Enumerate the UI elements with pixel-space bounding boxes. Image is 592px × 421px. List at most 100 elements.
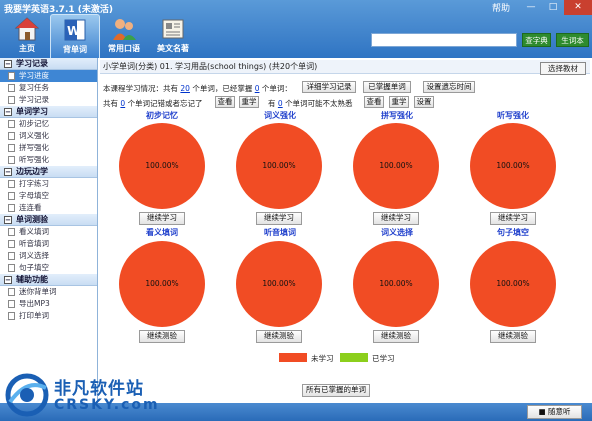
continue-learning-button[interactable]: 继续学习 xyxy=(490,212,536,225)
collapse-icon: − xyxy=(4,215,12,224)
legend-swatch-unlearned xyxy=(279,353,307,362)
nav-words[interactable]: W 背单词 xyxy=(50,14,100,58)
sidebar-section-tests[interactable]: − 单词测验 xyxy=(0,214,97,226)
sidebar-item-progress[interactable]: 学习进度 xyxy=(0,70,97,82)
dictionary-button[interactable]: 查字典 xyxy=(522,33,551,47)
continue-test-button[interactable]: 继续测验 xyxy=(139,330,185,343)
help-link[interactable]: 帮助 xyxy=(492,1,510,14)
all-mastered-words-button[interactable]: 所有已掌握的单词 xyxy=(302,384,370,397)
minimize-button[interactable]: — xyxy=(520,0,542,15)
sidebar-section-learning[interactable]: − 单词学习 xyxy=(0,106,97,118)
progress-pie: 100.00% xyxy=(119,123,205,209)
sidebar-item-letter-fill[interactable]: 字母填空 xyxy=(0,190,97,202)
sidebar-item-meaning-fill[interactable]: 看义填词 xyxy=(0,226,97,238)
continue-learning-button[interactable]: 继续学习 xyxy=(373,212,419,225)
close-button[interactable]: ✕ xyxy=(564,0,592,15)
document-icon xyxy=(8,120,15,128)
sidebar-item-spelling[interactable]: 拼写强化 xyxy=(0,142,97,154)
choose-textbook-button[interactable]: 选择教材 xyxy=(540,62,586,75)
mastered-words-count[interactable]: 0 xyxy=(255,84,260,93)
home-icon xyxy=(14,17,40,41)
continue-learning-button[interactable]: 继续学习 xyxy=(139,212,185,225)
relearn-forgot-button[interactable]: 重学 xyxy=(239,96,259,108)
document-icon xyxy=(8,156,15,164)
collapse-icon: − xyxy=(4,275,12,284)
sidebar-item-mini[interactable]: 迷你背单词 xyxy=(0,286,97,298)
sidebar-item-export-mp3[interactable]: 导出MP3 xyxy=(0,298,97,310)
view-forgot-button[interactable]: 查看 xyxy=(215,96,235,108)
nav-articles[interactable]: 美文名著 xyxy=(148,14,198,58)
sidebar-section-games[interactable]: − 边玩边学 xyxy=(0,166,97,178)
document-icon xyxy=(8,312,15,320)
progress-pie: 100.00% xyxy=(470,123,556,209)
chart-title: 句子填空 xyxy=(497,228,529,237)
set-forget-time-button[interactable]: 设置遗忘时间 xyxy=(423,81,475,93)
top-toolbar: 我要学英语3.7.1 (未激活) 帮助 — □ ✕ 主页 W 背单词 常用口语 … xyxy=(0,0,592,58)
sidebar-item-print[interactable]: 打印单词 xyxy=(0,310,97,322)
chart-title: 词义强化 xyxy=(264,111,296,120)
legend-label-unlearned: 未学习 xyxy=(311,354,334,363)
progress-pie: 100.00% xyxy=(353,241,439,327)
progress-pie: 100.00% xyxy=(353,123,439,209)
watermark-url: CRSKY.com xyxy=(54,397,160,413)
legend-swatch-learned xyxy=(340,353,368,362)
document-icon xyxy=(8,192,15,200)
detail-record-button[interactable]: 详细学习记录 xyxy=(302,81,356,93)
nav-home[interactable]: 主页 xyxy=(2,14,52,58)
progress-pie: 100.00% xyxy=(236,241,322,327)
course-summary-line: 本课程学习情况：共有 20 个单词，已经掌握 0 个单词： xyxy=(103,84,292,93)
sidebar-item-initial-memory[interactable]: 初步记忆 xyxy=(0,118,97,130)
total-words-count[interactable]: 20 xyxy=(180,84,190,93)
continue-test-button[interactable]: 继续测验 xyxy=(256,330,302,343)
mastered-words-button[interactable]: 已掌握单词 xyxy=(363,81,411,93)
view-unfamiliar-button[interactable]: 查看 xyxy=(364,96,384,108)
document-icon xyxy=(8,264,15,272)
sidebar-item-sentence-fill[interactable]: 句子填空 xyxy=(0,262,97,274)
chart-title: 听写强化 xyxy=(497,111,529,120)
watermark-text: 非凡软件站 xyxy=(54,379,144,399)
unfamiliar-words-line: 有 0 个单词可能不太熟悉 xyxy=(268,99,353,108)
forgot-words-count[interactable]: 0 xyxy=(120,99,125,108)
people-icon xyxy=(113,19,136,40)
document-icon xyxy=(8,228,15,236)
nav-speaking-label: 常用口语 xyxy=(108,44,140,53)
forgot-words-line: 共有 0 个单词记错或者忘记了 xyxy=(103,99,203,108)
nav-articles-label: 美文名著 xyxy=(157,44,189,53)
relearn-unfamiliar-button[interactable]: 重学 xyxy=(389,96,409,108)
sidebar: − 学习记录 学习进度 复习任务 学习记录 − 单词学习 初步记忆 词义强化 拼写强… xyxy=(0,58,98,403)
search-input[interactable] xyxy=(371,33,517,47)
continue-test-button[interactable]: 继续测验 xyxy=(490,330,536,343)
nav-speaking[interactable]: 常用口语 xyxy=(99,14,149,58)
newspaper-icon xyxy=(162,19,184,39)
document-icon xyxy=(8,132,15,140)
chart-title: 拼写强化 xyxy=(381,111,413,120)
continue-test-button[interactable]: 继续测验 xyxy=(373,330,419,343)
document-icon xyxy=(8,240,15,248)
document-icon xyxy=(8,96,15,104)
continue-learning-button[interactable]: 继续学习 xyxy=(256,212,302,225)
chart-title: 词义选择 xyxy=(381,228,413,237)
sidebar-item-dictation[interactable]: 听写强化 xyxy=(0,154,97,166)
document-icon xyxy=(8,204,15,212)
document-icon xyxy=(8,72,15,80)
sidebar-item-records[interactable]: 学习记录 xyxy=(0,94,97,106)
sidebar-section-records[interactable]: − 学习记录 xyxy=(0,58,97,70)
sidebar-item-typing[interactable]: 打字练习 xyxy=(0,178,97,190)
speaker-icon: ■ xyxy=(538,407,548,416)
vocab-book-button[interactable]: 生词本 xyxy=(556,33,589,47)
unfamiliar-words-count[interactable]: 0 xyxy=(278,99,283,108)
sidebar-section-tools[interactable]: − 辅助功能 xyxy=(0,274,97,286)
chart-title: 看义填词 xyxy=(146,228,178,237)
sidebar-item-audio-fill[interactable]: 听音填词 xyxy=(0,238,97,250)
sidebar-item-meaning-choice[interactable]: 词义选择 xyxy=(0,250,97,262)
progress-pie: 100.00% xyxy=(119,241,205,327)
sidebar-item-match[interactable]: 连连看 xyxy=(0,202,97,214)
chart-title: 初步记忆 xyxy=(146,111,178,120)
legend-label-learned: 已学习 xyxy=(372,354,395,363)
sidebar-item-review[interactable]: 复习任务 xyxy=(0,82,97,94)
collapse-icon: − xyxy=(4,167,12,176)
maximize-button[interactable]: □ xyxy=(542,0,564,15)
sidebar-item-meaning[interactable]: 词义强化 xyxy=(0,130,97,142)
random-listen-button[interactable]: ■ 随意听 xyxy=(527,405,582,419)
settings-button[interactable]: 设置 xyxy=(414,96,434,108)
